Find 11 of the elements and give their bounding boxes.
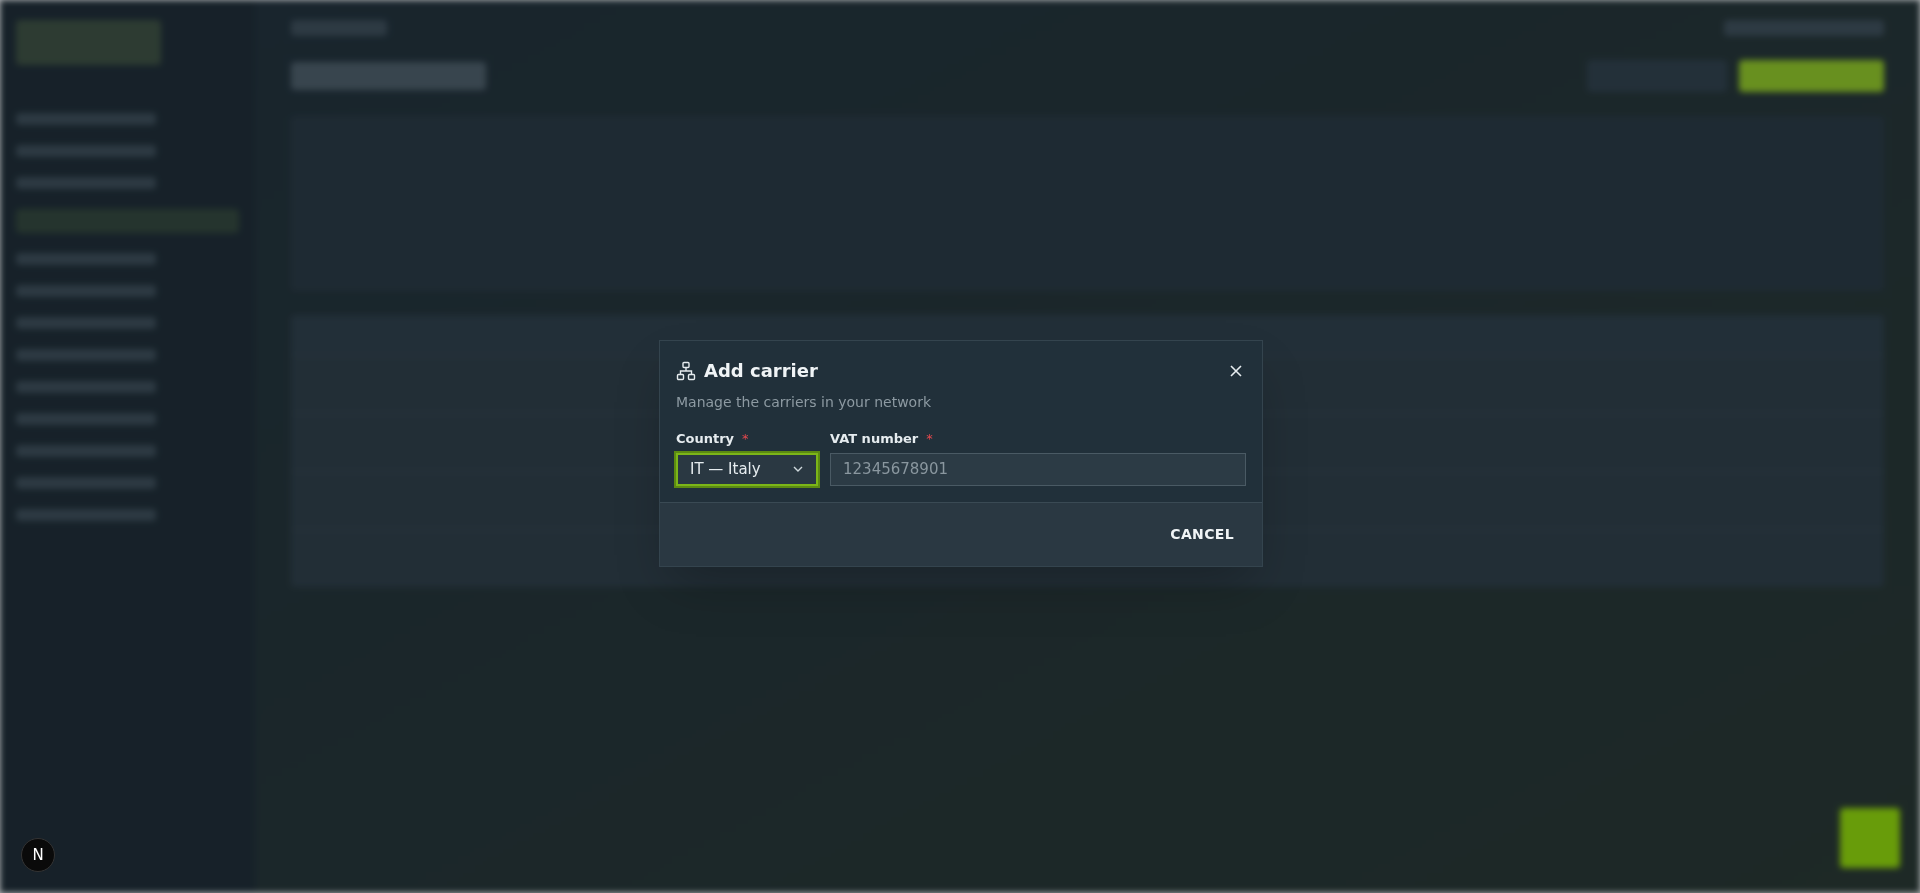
- vat-number-input[interactable]: 12345678901: [830, 452, 1246, 486]
- close-icon: [1230, 364, 1242, 377]
- country-select[interactable]: IT — Italy: [676, 452, 818, 486]
- cancel-button[interactable]: CANCEL: [1158, 515, 1246, 553]
- field-label: Country: [676, 430, 735, 448]
- network-icon: [676, 360, 696, 381]
- required-mark: *: [926, 430, 933, 448]
- dialog-subtitle: Manage the carriers in your network: [676, 393, 933, 412]
- required-mark: *: [742, 430, 749, 448]
- field-label: VAT number: [830, 430, 919, 448]
- dialog-title: Add carrier: [704, 359, 818, 383]
